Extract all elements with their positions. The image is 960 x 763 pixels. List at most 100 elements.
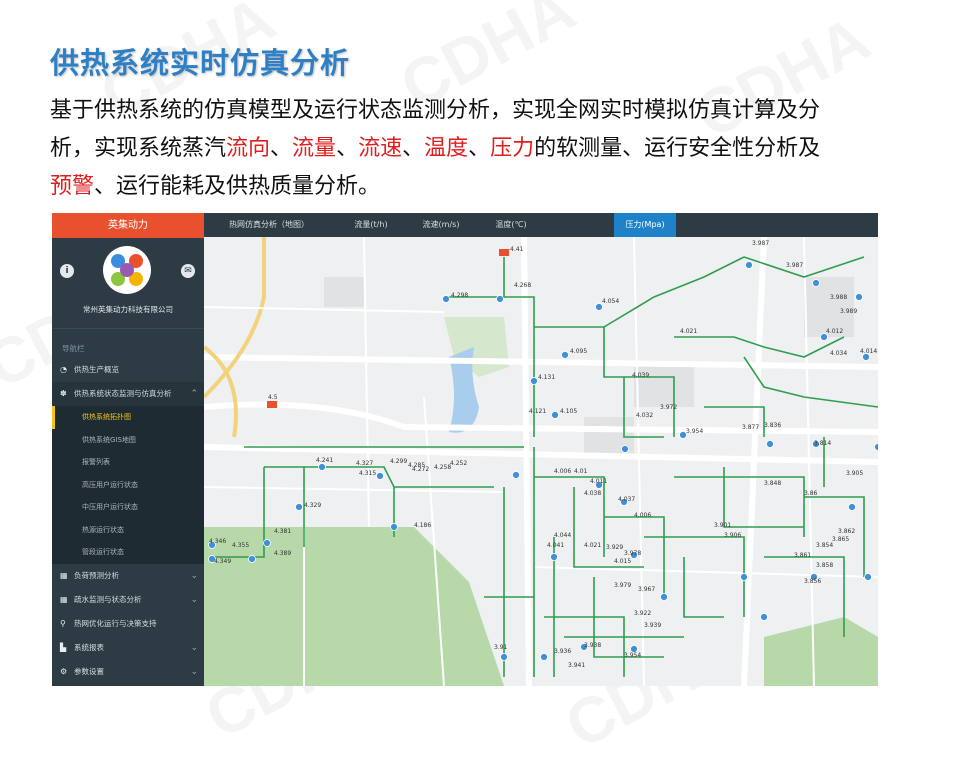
- node-pressure-label: 4.044: [554, 532, 571, 539]
- nav-label-text: 供热生产概览: [74, 365, 119, 374]
- sidebar: 英集动力 i ✉ 常州英集动力科技有限公司 导航栏 ◔ 供热生产概览 ✽ 供热系…: [52, 213, 204, 686]
- node-pressure-label: 3.862: [838, 528, 855, 535]
- node-pressure-label: 3.906: [724, 532, 741, 539]
- keyword-speed: 流速: [358, 136, 403, 161]
- dashboard-icon: ◔: [60, 365, 67, 374]
- node-pressure-label: 3.989: [840, 308, 857, 315]
- keyword-flow: 流量: [292, 136, 337, 161]
- keyword-flow-direction: 流向: [226, 136, 271, 161]
- node-pressure-label: 4.037: [618, 496, 635, 503]
- slide-body: 基于供热系统的仿真模型及运行状态监测分析，实现全网实时模拟仿真计算及分 析，实现…: [50, 92, 910, 206]
- gears-icon: ⚙: [60, 666, 68, 676]
- body-line-1: 基于供热系统的仿真模型及运行状态监测分析，实现全网实时模拟仿真计算及分: [50, 98, 821, 123]
- network-map[interactable]: 4.41 4.268 4.298 3.987 3.987 3.988 3.989 4.012 4…: [204, 237, 878, 686]
- node-pressure-label: 4.095: [570, 348, 587, 355]
- node-pressure-label: 3.941: [568, 662, 585, 669]
- keyword-temperature: 温度: [424, 136, 469, 161]
- table-icon: ▦: [60, 570, 68, 580]
- node-pressure-label: 4.131: [538, 374, 555, 381]
- chevron-down-icon: ⌄: [190, 594, 198, 605]
- chevron-down-icon: ⌄: [190, 570, 198, 581]
- brand-header: 英集动力: [52, 213, 204, 238]
- node-pressure-label: 4.252: [450, 460, 467, 467]
- node-pressure-label: 4.105: [560, 408, 577, 415]
- node-pressure-label: 4.315: [359, 470, 376, 477]
- subnav-topology[interactable]: 供热系统拓扑图: [52, 406, 204, 429]
- node-pressure-label: 4.272: [412, 466, 429, 473]
- nav-label-text: 负荷预测分析: [74, 570, 119, 580]
- nav-load-forecast[interactable]: ▦ 负荷预测分析 ⌄: [52, 564, 204, 588]
- node-pressure-label: 4.299: [390, 458, 407, 465]
- tab-pressure[interactable]: 压力(Mpa): [614, 213, 676, 237]
- tab-temperature[interactable]: 温度(℃): [480, 213, 542, 237]
- subnav-alarm-list[interactable]: 报警列表: [52, 451, 204, 474]
- keyword-pressure: 压力: [490, 136, 535, 161]
- node-pressure-label: 3.939: [644, 622, 661, 629]
- node-pressure-label: 3.978: [624, 550, 641, 557]
- company-name: 常州英集动力科技有限公司: [83, 305, 173, 314]
- node-pressure-label: 3.858: [816, 562, 833, 569]
- node-pressure-label: 4.186: [414, 522, 431, 529]
- subnav-heat-source[interactable]: 热源运行状态: [52, 518, 204, 541]
- body-line-3: 预警、运行能耗及供热质量分析。: [50, 174, 381, 199]
- node-pressure-label: 4.039: [632, 372, 649, 379]
- nav-production-overview[interactable]: ◔ 供热生产概览: [52, 358, 204, 382]
- node-pressure-label: 4.389: [274, 550, 291, 557]
- node-pressure-label: 3.865: [832, 536, 849, 543]
- node-pressure-label: 4.011: [590, 478, 607, 485]
- node-pressure-label: 4.327: [356, 460, 373, 467]
- nav-drain-monitoring[interactable]: ▦ 疏水监测与状态分析 ⌄: [52, 588, 204, 612]
- keyword-warning: 预警: [50, 174, 95, 199]
- node-pressure-label: 4.012: [826, 328, 843, 335]
- nav-monitoring-simulation[interactable]: ✽ 供热系统状态监测与仿真分析 ⌃: [52, 382, 204, 406]
- nav-settings[interactable]: ⚙ 参数设置 ⌄: [52, 660, 204, 684]
- node-pressure-label: 4.298: [451, 292, 468, 299]
- subnav-pipe-segments[interactable]: 管段运行状态: [52, 541, 204, 564]
- node-pressure-label: 4.006: [634, 512, 651, 519]
- node-pressure-label: 4.5: [268, 394, 278, 401]
- nav-reports[interactable]: ▙ 系统报表 ⌄: [52, 636, 204, 660]
- chevron-down-icon: ⌄: [190, 666, 198, 677]
- tab-flow[interactable]: 流量(t/h): [340, 213, 402, 237]
- node-pressure-label: 4.041: [547, 542, 564, 549]
- paw-icon: ✽: [60, 389, 67, 398]
- node-pressure-label: 3.988: [830, 294, 847, 301]
- company-logo: [103, 246, 151, 294]
- node-pressure-label: 3.814: [814, 440, 831, 447]
- subnav-gis-map[interactable]: 供热系统GIS地图: [52, 428, 204, 451]
- node-pressure-label: 3.86: [804, 490, 818, 497]
- node-pressure-label: 4.355: [232, 542, 249, 549]
- node-pressure-label: 4.258: [434, 464, 451, 471]
- node-pressure-label: 3.929: [606, 544, 623, 551]
- mail-icon[interactable]: ✉: [181, 264, 195, 278]
- node-pressure-label: 4.346: [209, 538, 226, 545]
- node-pressure-label: 3.901: [714, 522, 731, 529]
- node-pressure-label: 4.038: [584, 490, 601, 497]
- tab-network-simulation-map[interactable]: 热网仿真分析（地图）: [204, 213, 334, 237]
- node-pressure-label: 3.954: [624, 652, 641, 659]
- node-pressure-label: 4.032: [636, 412, 653, 419]
- nav-label-text: 系统报表: [74, 642, 104, 652]
- node-pressure-label: 3.922: [634, 610, 651, 617]
- subnav-high-pressure-users[interactable]: 高压用户运行状态: [52, 473, 204, 496]
- node-pressure-label: 4.329: [304, 502, 321, 509]
- nav-optimization[interactable]: ⚲ 热网优化运行与决策支持: [52, 612, 204, 636]
- node-pressure-label: 3.905: [846, 470, 863, 477]
- node-pressure-label: 4.41: [510, 246, 524, 253]
- node-pressure-label: 3.979: [614, 582, 631, 589]
- subnav-medium-pressure-users[interactable]: 中压用户运行状态: [52, 496, 204, 519]
- slide-title: 供热系统实时仿真分析: [50, 46, 351, 80]
- node-pressure-label: 4.268: [514, 282, 531, 289]
- node-pressure-label: 4.014: [860, 348, 877, 355]
- profile-area: i ✉ 常州英集动力科技有限公司: [52, 238, 204, 329]
- node-pressure-label: 4.006: [554, 468, 571, 475]
- tab-speed[interactable]: 流速(m/s): [410, 213, 472, 237]
- nav-label-text: 疏水监测与状态分析: [74, 594, 142, 604]
- node-pressure-label: 4.241: [316, 457, 333, 464]
- nav-label-text: 热网优化运行与决策支持: [74, 618, 157, 628]
- node-pressure-label: 4.015: [614, 558, 631, 565]
- info-icon[interactable]: i: [60, 264, 74, 278]
- node-pressure-label: 3.856: [804, 578, 821, 585]
- chevron-up-icon: ⌃: [190, 389, 198, 399]
- node-pressure-label: 4.381: [274, 528, 291, 535]
